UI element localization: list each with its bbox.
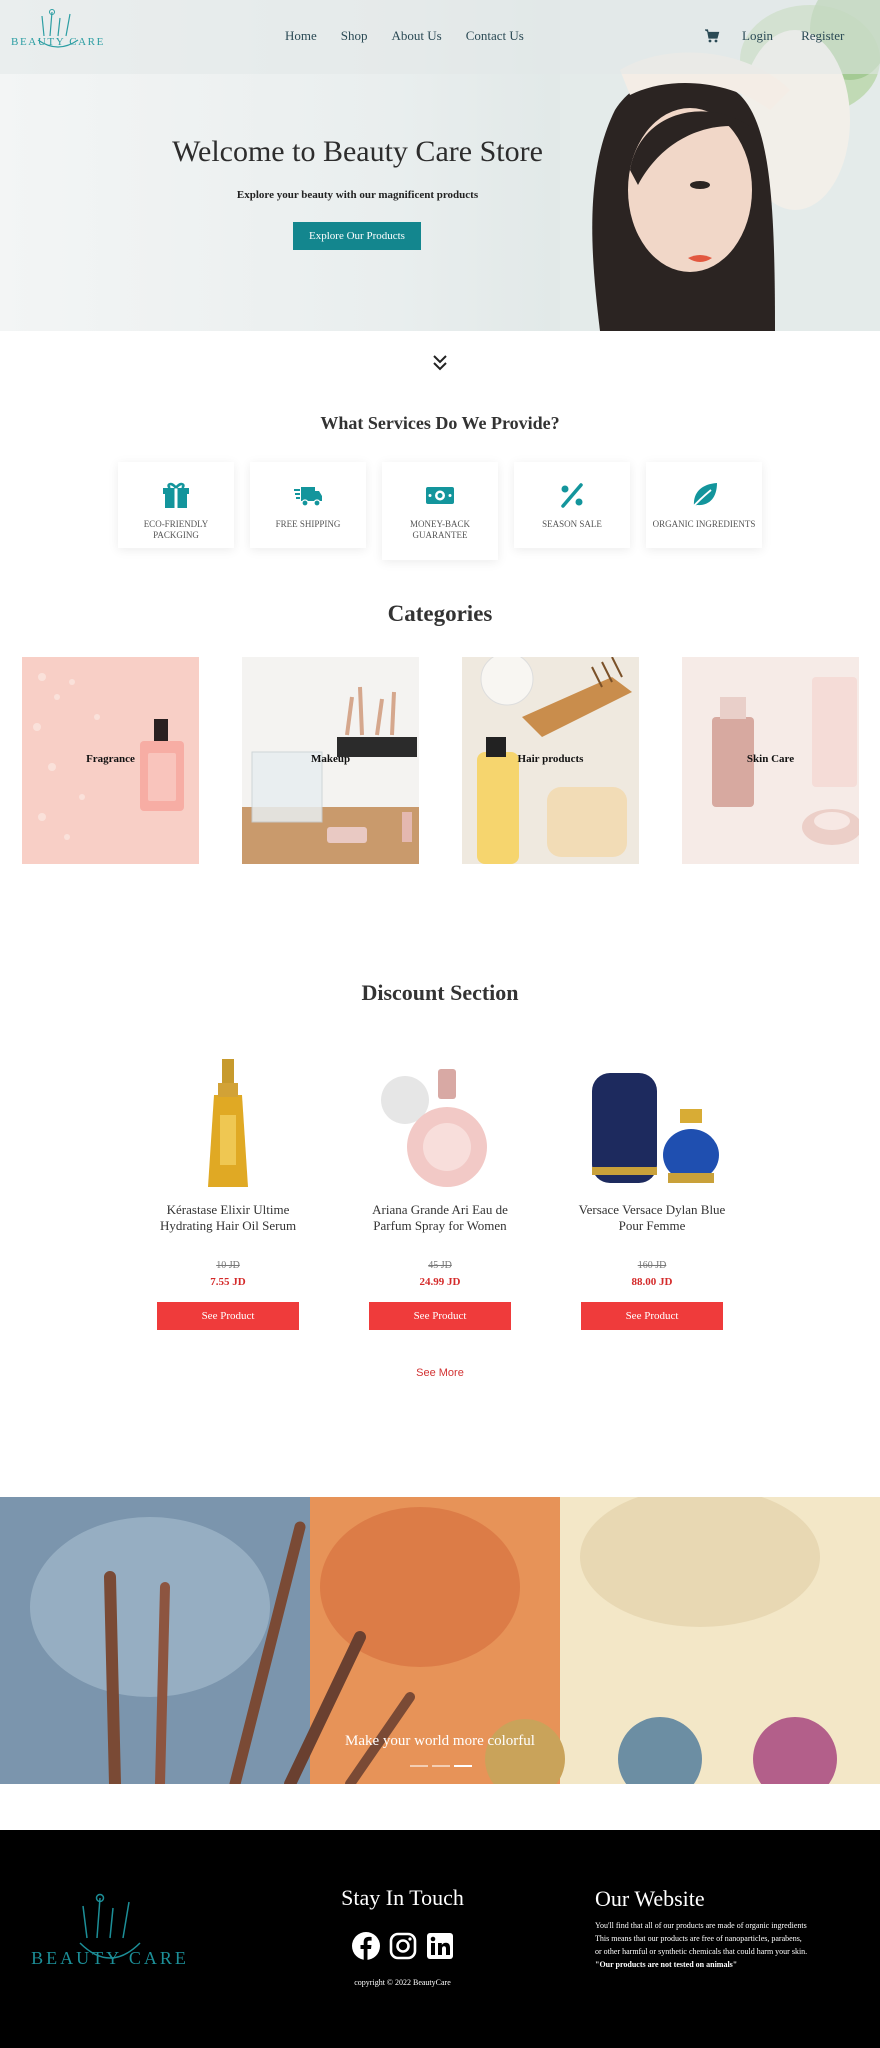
copyright-text: copyright © 2022 BeautyCare — [354, 1978, 451, 1987]
hero-subtitle: Explore your beauty with our magnificent… — [236, 189, 479, 201]
logo-text: BEAUTY CARE — [11, 36, 105, 48]
hero-section: BEAUTY CARE Home Shop About Us Contact U… — [0, 0, 880, 331]
nav-contact-link[interactable]: Contact Us — [466, 28, 524, 44]
kerastase-oil-image — [148, 1055, 308, 1195]
discount-title: Discount Section — [361, 980, 519, 1005]
see-product-button[interactable]: See Product — [157, 1302, 299, 1330]
nav-home-link[interactable]: Home — [285, 28, 317, 44]
navbar: BEAUTY CARE Home Shop About Us Contact U… — [0, 0, 880, 74]
old-price: 45 JD — [428, 1260, 452, 1271]
service-card-money-back: MONEY-BACK GUARANTEE — [382, 462, 498, 560]
nav-links: Home Shop About Us Contact Us — [285, 28, 524, 44]
product-name: Versace Versace Dylan Blue Pour Femme — [578, 1202, 726, 1233]
leaf-icon — [691, 483, 717, 509]
carousel-dot[interactable] — [432, 1765, 450, 1767]
logo-brushes-icon — [79, 1893, 141, 1959]
footer-logo: BEAUTY CARE — [25, 1888, 195, 1988]
service-card-season-sale: SEASON SALE — [514, 462, 630, 548]
service-card-eco: ECO-FRIENDLY PACKGING — [118, 462, 234, 548]
footer-logo-text: BEAUTY CARE — [31, 1948, 189, 1968]
nav-about-link[interactable]: About Us — [392, 28, 442, 44]
double-chevron-down-icon[interactable] — [431, 353, 449, 373]
hero-title: Welcome to Beauty Care Store — [172, 135, 543, 168]
auth-links: Login Register — [742, 28, 844, 44]
see-more-link[interactable]: See More — [0, 1367, 880, 1379]
stay-in-touch-title: Stay In Touch — [341, 1885, 464, 1910]
new-price: 88.00 JD — [631, 1276, 673, 1288]
see-product-button[interactable]: See Product — [581, 1302, 723, 1330]
instagram-icon[interactable] — [389, 1932, 417, 1960]
category-card-hair-products[interactable]: Hair products — [462, 657, 639, 864]
linkedin-icon[interactable] — [426, 1932, 454, 1960]
website-description: You'll find that all of our products are… — [595, 1921, 808, 1956]
carousel-dot-active[interactable] — [454, 1765, 472, 1767]
not-tested-note: "Our products are not tested on animals" — [595, 1960, 738, 1969]
category-label: Hair products — [517, 753, 584, 765]
money-icon — [426, 487, 454, 504]
new-price: 7.55 JD — [210, 1276, 246, 1288]
service-label: MONEY-BACK GUARANTEE — [409, 519, 470, 540]
ariana-perfume-image — [360, 1055, 520, 1195]
service-label: SEASON SALE — [542, 519, 602, 529]
new-price: 24.99 JD — [419, 1276, 461, 1288]
categories-title: Categories — [387, 601, 493, 626]
our-website-title: Our Website — [595, 1886, 705, 1911]
service-label: ORGANIC INGREDIENTS — [652, 519, 756, 529]
cart-icon[interactable] — [704, 28, 720, 44]
versace-perfume-image — [572, 1055, 732, 1195]
footer: BEAUTY CARE Stay In Touch copyright © 20… — [0, 1830, 880, 2048]
old-price: 160 JD — [637, 1260, 667, 1271]
logo-brushes-icon — [37, 9, 79, 48]
nav-shop-link[interactable]: Shop — [341, 28, 368, 44]
percent-icon — [561, 483, 583, 508]
truck-icon — [294, 487, 322, 507]
category-label: Skin Care — [746, 753, 795, 765]
service-label: ECO-FRIENDLY PACKGING — [143, 519, 209, 540]
carousel-indicators — [410, 1765, 472, 1767]
service-card-organic: ORGANIC INGREDIENTS — [646, 462, 762, 548]
login-link[interactable]: Login — [742, 28, 773, 44]
explore-products-button[interactable]: Explore Our Products — [293, 222, 421, 250]
service-card-shipping: FREE SHIPPING — [250, 462, 366, 548]
category-card-skin-care[interactable]: Skin Care — [682, 657, 859, 864]
facebook-icon[interactable] — [352, 1932, 380, 1960]
services-title: What Services Do We Provide? — [320, 413, 560, 433]
product-name: Ariana Grande Ari Eau de Parfum Spray fo… — [372, 1202, 508, 1233]
gift-icon — [163, 482, 189, 508]
service-label: FREE SHIPPING — [275, 519, 341, 529]
brand-logo[interactable]: BEAUTY CARE — [8, 6, 108, 62]
register-link[interactable]: Register — [801, 28, 844, 44]
carousel-dot[interactable] — [410, 1765, 428, 1767]
old-price: 10 JD — [216, 1260, 240, 1271]
category-label: Fragrance — [86, 753, 135, 765]
social-links — [352, 1932, 454, 1960]
category-card-fragrance[interactable]: Fragrance — [22, 657, 199, 864]
banner-caption: Make your world more colorful — [345, 1733, 535, 1749]
see-product-button[interactable]: See Product — [369, 1302, 511, 1330]
product-name: Kérastase Elixir Ultime Hydrating Hair O… — [159, 1202, 297, 1233]
our-website-text: You'll find that all of our products are… — [595, 1919, 810, 1971]
category-label: Makeup — [310, 753, 351, 765]
category-card-makeup[interactable]: Makeup — [242, 657, 419, 864]
